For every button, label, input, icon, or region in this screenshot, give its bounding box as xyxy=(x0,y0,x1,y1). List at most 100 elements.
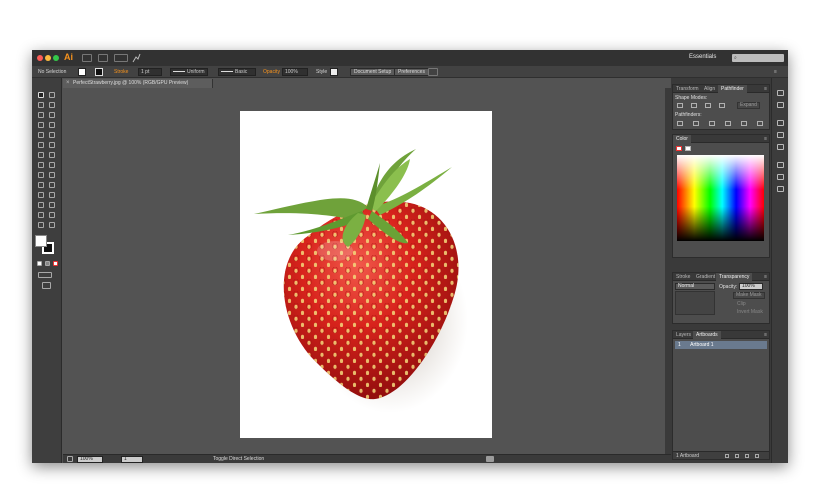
canvas-area[interactable] xyxy=(63,88,665,454)
stroke-label[interactable]: Stroke xyxy=(114,68,128,76)
tab-color[interactable]: Color xyxy=(673,135,691,143)
brushes-icon[interactable] xyxy=(777,132,784,138)
gpu-performance-icon[interactable] xyxy=(132,53,141,63)
color-stroke-icon[interactable] xyxy=(685,146,691,151)
artboard-tool-icon[interactable] xyxy=(38,212,44,218)
stroke-swatch[interactable] xyxy=(95,68,103,76)
tab-pathfinder[interactable]: Pathfinder xyxy=(718,85,747,93)
minus-front-icon[interactable] xyxy=(691,103,697,108)
close-tab-icon[interactable]: × xyxy=(66,79,70,88)
move-up-icon[interactable] xyxy=(735,454,739,458)
artboard-list-item[interactable]: 1 Artboard 1 xyxy=(675,341,767,349)
symbol-sprayer-tool-icon[interactable] xyxy=(38,202,44,208)
exclude-icon[interactable] xyxy=(719,103,725,108)
rectangle-tool-icon[interactable] xyxy=(38,132,44,138)
arrange-documents-icon[interactable] xyxy=(114,54,128,62)
scale-tool-icon[interactable] xyxy=(49,152,55,158)
zoom-window-button[interactable] xyxy=(53,55,59,61)
color-mode-icon[interactable] xyxy=(37,261,42,266)
outline-icon[interactable] xyxy=(741,121,747,126)
lasso-tool-icon[interactable] xyxy=(49,102,55,108)
intersect-icon[interactable] xyxy=(705,103,711,108)
control-panel-menu-icon[interactable]: ≡ xyxy=(774,68,777,76)
free-transform-tool-icon[interactable] xyxy=(49,162,55,168)
strawberry-image[interactable] xyxy=(240,111,492,438)
document-setup-button[interactable]: Document Setup xyxy=(350,68,396,76)
brush-definition-select[interactable]: Basic xyxy=(218,68,256,76)
align-options-icon[interactable] xyxy=(428,68,438,76)
blend-mode-select[interactable]: Normal xyxy=(675,283,715,290)
artboard-number-field[interactable]: 1 xyxy=(121,456,143,463)
width-tool-icon[interactable] xyxy=(38,162,44,168)
tab-gradient[interactable]: Gradient xyxy=(693,273,718,281)
stroke-weight-field[interactable]: 1 pt xyxy=(138,68,162,76)
graphic-style-swatch[interactable] xyxy=(330,68,338,76)
pathfinder-menu-icon[interactable]: ≡ xyxy=(764,85,767,93)
trim-icon[interactable] xyxy=(693,121,699,126)
pencil-tool-icon[interactable] xyxy=(49,132,55,138)
minus-back-icon[interactable] xyxy=(757,121,763,126)
swatches-icon[interactable] xyxy=(777,120,784,126)
rearrange-artboards-icon[interactable] xyxy=(725,454,729,458)
drawing-modes-icon[interactable] xyxy=(38,272,52,278)
pen-tool-icon[interactable] xyxy=(38,112,44,118)
horizontal-scroll-thumb[interactable] xyxy=(486,456,494,462)
artboards-menu-icon[interactable]: ≡ xyxy=(764,331,767,339)
tab-stroke[interactable]: Stroke xyxy=(673,273,693,281)
zoom-tool-icon[interactable] xyxy=(49,222,55,228)
color-fill-none-icon[interactable] xyxy=(676,146,682,151)
expand-button[interactable]: Expand xyxy=(737,102,760,109)
stock-icon[interactable] xyxy=(98,54,108,62)
rotate-tool-icon[interactable] xyxy=(38,152,44,158)
merge-icon[interactable] xyxy=(709,121,715,126)
crop-icon[interactable] xyxy=(725,121,731,126)
none-mode-icon[interactable] xyxy=(53,261,58,266)
column-graph-tool-icon[interactable] xyxy=(49,202,55,208)
graphic-styles-icon[interactable] xyxy=(777,174,784,180)
gradient-mode-icon[interactable] xyxy=(45,261,50,266)
minimize-window-button[interactable] xyxy=(45,55,51,61)
divide-icon[interactable] xyxy=(677,121,683,126)
artboard-navigation-icon[interactable] xyxy=(67,456,73,462)
color-spectrum[interactable] xyxy=(677,155,764,241)
invert-mask-option[interactable]: Invert Mask xyxy=(737,309,763,315)
fill-swatch[interactable] xyxy=(78,68,86,76)
tab-transform[interactable]: Transform xyxy=(673,85,702,93)
hand-tool-icon[interactable] xyxy=(38,222,44,228)
color-menu-icon[interactable]: ≡ xyxy=(764,135,767,143)
curvature-tool-icon[interactable] xyxy=(49,112,55,118)
blend-tool-icon[interactable] xyxy=(49,192,55,198)
status-text[interactable]: Toggle Direct Selection xyxy=(213,456,264,463)
direct-selection-tool-icon[interactable] xyxy=(49,92,55,98)
perspective-grid-tool-icon[interactable] xyxy=(49,172,55,178)
transparency-opacity-field[interactable]: 100% xyxy=(739,283,763,290)
preferences-button[interactable]: Preferences xyxy=(394,68,429,76)
document-tab[interactable]: × PerfectStrawberry.jpg @ 100% (RGB/GPU … xyxy=(63,79,213,88)
eraser-tool-icon[interactable] xyxy=(49,142,55,148)
slice-tool-icon[interactable] xyxy=(49,212,55,218)
selection-tool-icon[interactable] xyxy=(38,92,44,98)
zoom-level-field[interactable]: 100% xyxy=(77,456,103,463)
mesh-tool-icon[interactable] xyxy=(38,182,44,188)
toolbox-fill-swatch[interactable] xyxy=(35,235,47,247)
gradient-tool-icon[interactable] xyxy=(49,182,55,188)
line-segment-tool-icon[interactable] xyxy=(49,122,55,128)
appearance-icon[interactable] xyxy=(777,162,784,168)
workspace-switcher[interactable]: Essentials xyxy=(689,54,716,60)
eyedropper-tool-icon[interactable] xyxy=(38,192,44,198)
close-window-button[interactable] xyxy=(37,55,43,61)
magic-wand-tool-icon[interactable] xyxy=(38,102,44,108)
shape-builder-tool-icon[interactable] xyxy=(38,172,44,178)
tab-align[interactable]: Align xyxy=(701,85,718,93)
tab-layers[interactable]: Layers xyxy=(673,331,694,339)
color-guide-icon[interactable] xyxy=(777,102,784,108)
properties-icon[interactable] xyxy=(777,90,784,96)
symbols-icon[interactable] xyxy=(777,144,784,150)
make-mask-button[interactable]: Make Mask xyxy=(733,292,765,299)
paintbrush-tool-icon[interactable] xyxy=(38,142,44,148)
screen-mode-icon[interactable] xyxy=(42,282,51,289)
new-artboard-icon[interactable] xyxy=(745,454,749,458)
bridge-icon[interactable] xyxy=(82,54,92,62)
variable-width-profile-select[interactable]: Uniform xyxy=(170,68,208,76)
type-tool-icon[interactable] xyxy=(38,122,44,128)
